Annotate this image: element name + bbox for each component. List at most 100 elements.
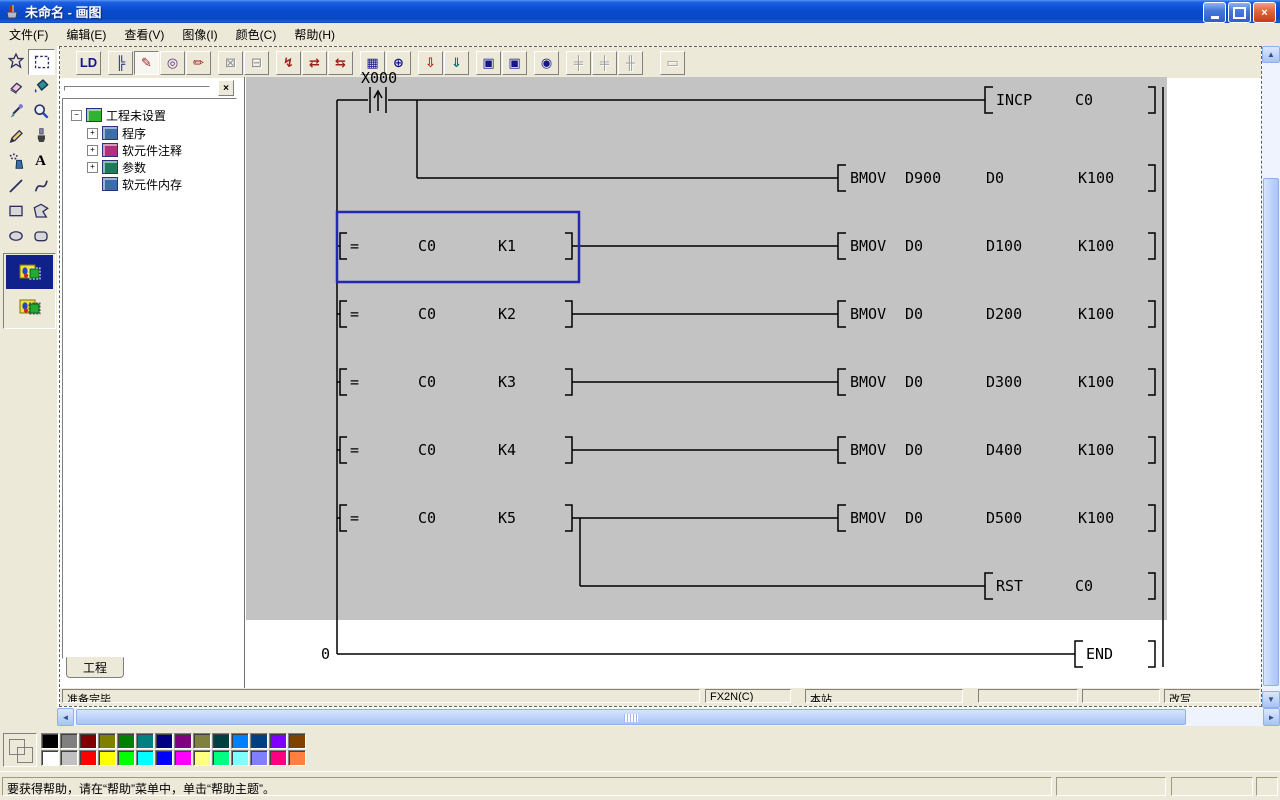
foreground-background-indicator[interactable] xyxy=(3,733,37,767)
rounded-rectangle-tool[interactable] xyxy=(28,224,53,248)
gx-status-empty xyxy=(978,689,1078,703)
compare-op: = xyxy=(350,509,359,527)
palette-swatch[interactable] xyxy=(136,750,154,766)
brush-tool[interactable] xyxy=(28,124,53,148)
menu-item[interactable]: 文件(F) xyxy=(0,23,57,46)
menu-item[interactable]: 颜色(C) xyxy=(227,23,286,46)
polygon-tool[interactable] xyxy=(28,199,53,223)
close-button[interactable]: × xyxy=(1253,2,1276,23)
instruction-op: BMOV xyxy=(850,237,886,255)
instruction-operand: D0 xyxy=(905,509,923,527)
color-picker-icon xyxy=(8,103,24,119)
palette-swatches xyxy=(41,733,307,767)
palette-swatch[interactable] xyxy=(155,750,173,766)
eraser-tool[interactable] xyxy=(3,74,28,98)
compare-operand: C0 xyxy=(418,509,436,527)
palette-swatch[interactable] xyxy=(212,733,230,749)
line-tool[interactable] xyxy=(3,174,28,198)
instruction-operand: K100 xyxy=(1078,305,1114,323)
palette-swatch[interactable] xyxy=(60,750,78,766)
titlebar[interactable]: 未命名 - 画图 × xyxy=(0,0,1280,23)
scroll-down-button[interactable]: ▼ xyxy=(1262,691,1280,708)
palette-swatch[interactable] xyxy=(212,750,230,766)
opaque-selection-option[interactable] xyxy=(6,255,53,289)
palette-swatch[interactable] xyxy=(136,733,154,749)
palette-swatch[interactable] xyxy=(231,733,249,749)
vertical-scroll-thumb[interactable] xyxy=(1263,178,1279,686)
scroll-right-button[interactable]: ► xyxy=(1263,708,1280,726)
foreground-color-swatch xyxy=(9,739,25,755)
horizontal-scrollbar[interactable]: ◄ ► xyxy=(57,708,1280,726)
palette-swatch[interactable] xyxy=(250,733,268,749)
opaque-selection-icon xyxy=(19,263,41,281)
step-number: 0 xyxy=(321,645,330,663)
compare-operand: C0 xyxy=(418,441,436,459)
rectangle-icon xyxy=(8,203,24,219)
palette-swatch[interactable] xyxy=(41,733,59,749)
magnifier-icon xyxy=(33,103,49,119)
palette-swatch[interactable] xyxy=(155,733,173,749)
pasted-image-selection[interactable]: LD ╠ ✎ ◎ ✏ xyxy=(59,46,1262,707)
minimize-button[interactable] xyxy=(1203,2,1226,23)
menu-item[interactable]: 图像(I) xyxy=(173,23,226,46)
instruction-operand: D200 xyxy=(986,305,1022,323)
palette-swatch[interactable] xyxy=(98,750,116,766)
freeform-select-tool[interactable] xyxy=(3,49,28,73)
instruction-op: BMOV xyxy=(850,509,886,527)
menu-item[interactable]: 帮助(H) xyxy=(285,23,344,46)
palette-swatch[interactable] xyxy=(60,733,78,749)
palette-swatch[interactable] xyxy=(174,733,192,749)
palette-swatch[interactable] xyxy=(117,750,135,766)
text-tool[interactable]: A xyxy=(28,149,53,173)
compare-operand: K4 xyxy=(498,441,516,459)
instruction-operand: D0 xyxy=(905,237,923,255)
menu-item[interactable]: 查看(V) xyxy=(115,23,173,46)
instruction-operand: D300 xyxy=(986,373,1022,391)
palette-swatch[interactable] xyxy=(193,750,211,766)
palette-swatch[interactable] xyxy=(269,750,287,766)
freeform-select-icon xyxy=(8,53,24,69)
restore-button[interactable] xyxy=(1228,2,1251,23)
ellipse-tool[interactable] xyxy=(3,224,28,248)
palette-swatch[interactable] xyxy=(174,750,192,766)
palette-swatch[interactable] xyxy=(269,733,287,749)
palette-swatch[interactable] xyxy=(288,750,306,766)
status-panel xyxy=(1256,777,1278,796)
palette-swatch[interactable] xyxy=(117,733,135,749)
palette-swatch[interactable] xyxy=(79,733,97,749)
palette-swatch[interactable] xyxy=(288,733,306,749)
magnifier-tool[interactable] xyxy=(28,99,53,123)
scroll-left-button[interactable]: ◄ xyxy=(57,708,74,726)
transparent-selection-option[interactable] xyxy=(6,290,53,324)
palette-swatch[interactable] xyxy=(98,733,116,749)
palette-swatch[interactable] xyxy=(41,750,59,766)
airbrush-tool[interactable] xyxy=(3,149,28,173)
compare-op: = xyxy=(350,373,359,391)
pencil-icon xyxy=(8,128,24,144)
select-tool[interactable] xyxy=(28,49,55,75)
palette-swatch[interactable] xyxy=(193,733,211,749)
palette-swatch[interactable] xyxy=(79,750,97,766)
instruction-operand: C0 xyxy=(1075,577,1093,595)
scroll-up-button[interactable]: ▲ xyxy=(1262,46,1280,63)
ladder-diagram: X000 INCP C0 BMOV D900 D0 K100 = C0 K1 B… xyxy=(60,47,1261,706)
curve-tool[interactable] xyxy=(28,174,53,198)
paint-canvas[interactable]: LD ╠ ✎ ◎ ✏ xyxy=(57,46,1262,708)
vertical-scrollbar[interactable]: ▲ ▼ xyxy=(1262,46,1280,708)
paint-app-icon xyxy=(4,4,20,20)
palette-swatch[interactable] xyxy=(250,750,268,766)
pencil-tool[interactable] xyxy=(3,124,28,148)
horizontal-scroll-thumb[interactable] xyxy=(76,709,1186,725)
palette-swatch[interactable] xyxy=(231,750,249,766)
status-help-text: 要获得帮助，请在“帮助”菜单中，单击“帮助主题”。 xyxy=(2,777,1052,796)
scroll-up-icon: ▲ xyxy=(1267,50,1275,59)
rectangle-tool[interactable] xyxy=(3,199,28,223)
menu-item[interactable]: 编辑(E) xyxy=(57,23,115,46)
instruction-op: BMOV xyxy=(850,169,886,187)
color-picker-tool[interactable] xyxy=(3,99,28,123)
fill-tool[interactable] xyxy=(28,74,53,98)
compare-op: = xyxy=(350,305,359,323)
tool-options-panel xyxy=(3,253,56,329)
toolbox: A xyxy=(0,46,57,733)
compare-op: = xyxy=(350,237,359,255)
